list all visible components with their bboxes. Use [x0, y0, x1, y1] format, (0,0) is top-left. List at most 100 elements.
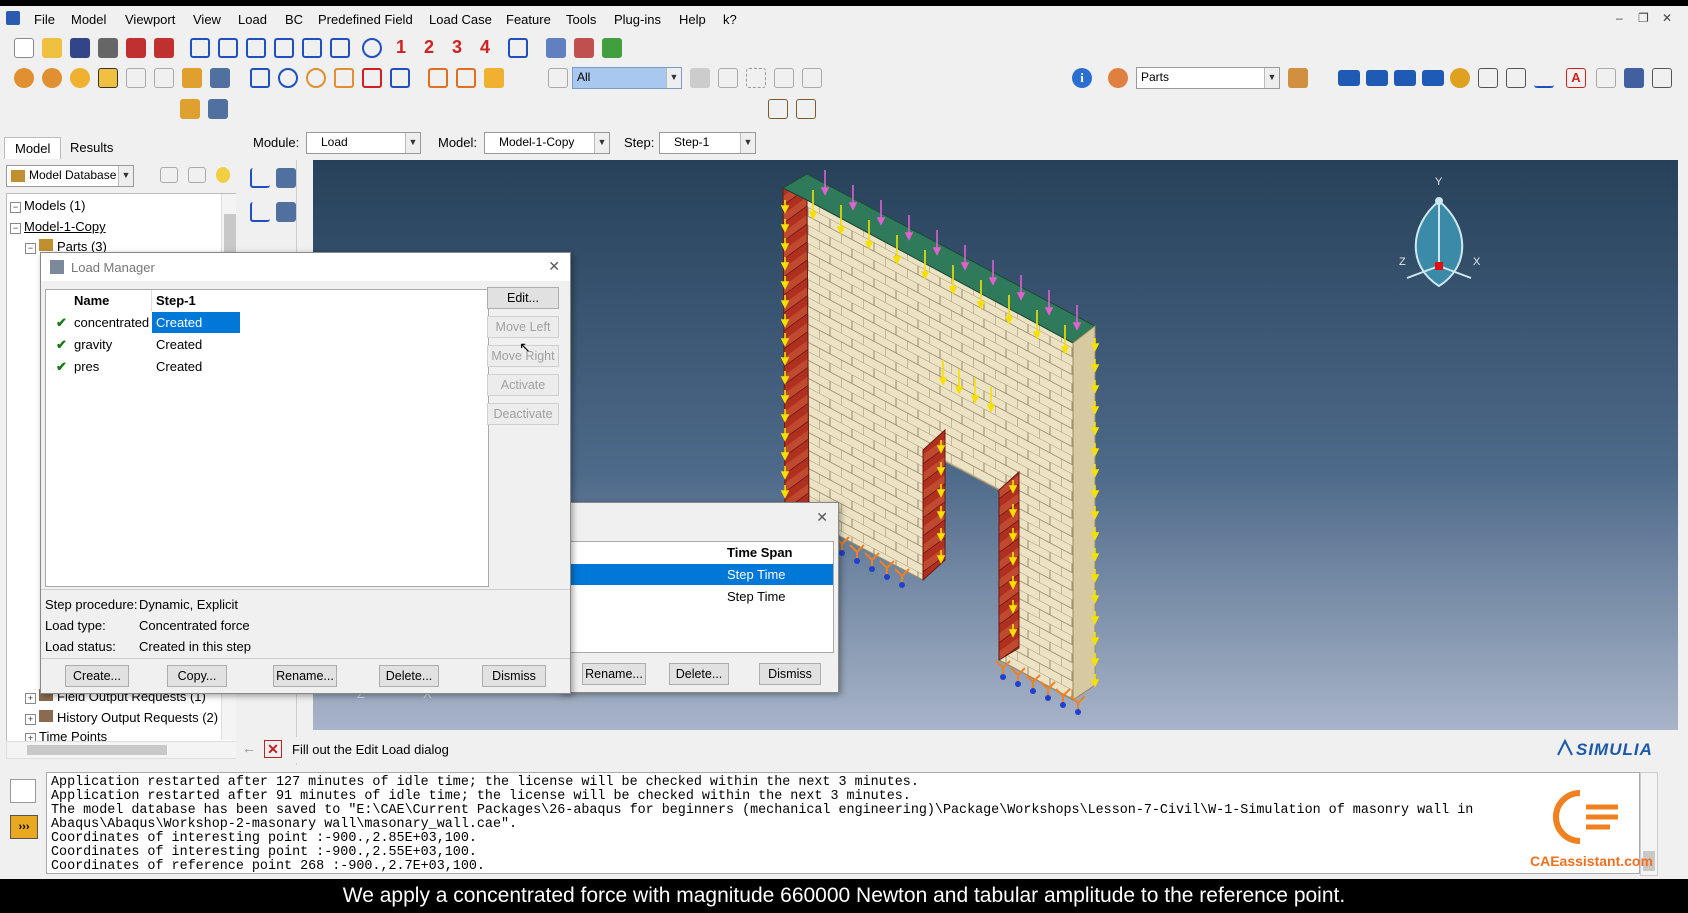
step-select[interactable]: Step-1 ▼	[659, 132, 756, 154]
tree-item-model-1-copy[interactable]: − Model-1-Copy	[10, 219, 106, 234]
save-icon[interactable]	[70, 38, 90, 58]
view-right-icon[interactable]	[330, 38, 350, 58]
close-icon[interactable]: ✕	[548, 258, 560, 275]
select-entity-icon[interactable]	[718, 68, 738, 88]
cycle-view-icon[interactable]	[390, 68, 410, 88]
render-selector[interactable]: Parts ▼	[1136, 67, 1280, 89]
amplitude-dismiss-button[interactable]: Dismiss	[759, 663, 821, 685]
load-name-cell[interactable]: concentrated	[70, 312, 152, 333]
scroll-thumb[interactable]	[27, 745, 167, 755]
load-status-cell[interactable]: Created	[152, 334, 240, 355]
annotation-icon[interactable]	[1506, 68, 1526, 88]
scroll-thumb[interactable]	[224, 214, 236, 254]
back-arrow-icon[interactable]: ←	[242, 740, 260, 758]
camera-icon[interactable]	[1450, 68, 1470, 88]
list-icon[interactable]	[1652, 68, 1672, 88]
move-left-button[interactable]: Move Left	[487, 316, 559, 338]
menu-help[interactable]: Help	[679, 12, 706, 27]
zoom-icon[interactable]	[306, 68, 326, 88]
view-top-icon[interactable]	[246, 38, 266, 58]
export-icon[interactable]	[154, 38, 174, 58]
menu-view[interactable]: View	[193, 12, 221, 27]
view-back-icon[interactable]	[218, 38, 238, 58]
tree-item-time-points[interactable]: + Time Points	[25, 729, 107, 741]
select-region-icon[interactable]	[774, 68, 794, 88]
part-display-icon[interactable]	[1288, 68, 1308, 88]
tree-item-history-output[interactable]: + History Output Requests (2)	[25, 710, 218, 725]
checkmark-icon[interactable]: ✔	[52, 334, 70, 355]
view-left-icon[interactable]	[302, 38, 322, 58]
filter-icon[interactable]	[188, 167, 206, 183]
lightbulb-icon[interactable]	[216, 167, 230, 183]
amplitude-rename-button[interactable]: Rename...	[582, 663, 646, 685]
create-load-icon[interactable]	[250, 168, 270, 188]
new-file-icon[interactable]	[14, 38, 34, 58]
table-icon[interactable]	[210, 68, 230, 88]
viewport-layout-4-icon[interactable]	[1422, 70, 1444, 86]
select-toggle-icon[interactable]	[690, 68, 710, 88]
view-front-icon[interactable]	[190, 38, 210, 58]
edit-button[interactable]: Edit...	[487, 287, 559, 309]
load-status-cell[interactable]: Created	[152, 356, 240, 377]
solid-cube-icon[interactable]	[484, 68, 504, 88]
viewport-layout-1-icon[interactable]	[1338, 70, 1360, 86]
model-tree-tool-icon[interactable]	[180, 99, 200, 119]
model-select[interactable]: Model-1-Copy ▼	[484, 132, 610, 154]
context-help-icon[interactable]: k?	[723, 12, 737, 27]
load-name-cell[interactable]: pres	[70, 356, 152, 377]
app-icon[interactable]	[6, 11, 20, 25]
restore-icon[interactable]: ❐	[1638, 11, 1649, 25]
tab-results[interactable]: Results	[60, 137, 123, 159]
tree-item-models[interactable]: − Models (1)	[10, 198, 85, 213]
cursor-tool-icon[interactable]	[1596, 68, 1616, 88]
view-3-button[interactable]: 3	[452, 37, 462, 58]
fit-view-icon[interactable]	[362, 68, 382, 88]
info-icon[interactable]: i	[1072, 68, 1092, 88]
cancel-procedure-icon[interactable]: ✕	[264, 740, 282, 758]
menu-plugins[interactable]: Plug-ins	[614, 12, 661, 27]
rename-button[interactable]: Rename...	[273, 665, 337, 687]
render-icon[interactable]	[14, 68, 34, 88]
message-area-icon[interactable]	[10, 779, 36, 803]
options-table-icon[interactable]	[1624, 68, 1644, 88]
hidden-cube-icon[interactable]	[574, 38, 594, 58]
selection-filter-select[interactable]: All ▼	[572, 67, 682, 89]
rotate-icon[interactable]	[278, 68, 298, 88]
menu-feature[interactable]: Feature	[506, 12, 551, 27]
tree-icon[interactable]	[182, 68, 202, 88]
module-select[interactable]: Load ▼	[306, 132, 421, 154]
box-zoom-icon[interactable]	[334, 68, 354, 88]
view-1-button[interactable]: 1	[396, 37, 406, 58]
tab-model[interactable]: Model	[4, 137, 62, 159]
create-button[interactable]: Create...	[65, 665, 129, 687]
hidden-line-cube-icon[interactable]	[456, 68, 476, 88]
load-status-cell-selected[interactable]: Created	[152, 312, 240, 333]
view-iso-icon[interactable]	[362, 38, 382, 58]
db-selector[interactable]: Model Database ▼	[6, 165, 134, 187]
checkmark-icon[interactable]: ✔	[52, 356, 70, 377]
select-tool-icon[interactable]	[98, 68, 118, 88]
color-palette-icon[interactable]	[1108, 68, 1128, 88]
close-icon[interactable]: ✕	[816, 509, 828, 526]
load-manager-icon[interactable]	[276, 168, 296, 188]
import-icon[interactable]	[126, 38, 146, 58]
mesh-cube-icon[interactable]	[546, 38, 566, 58]
viewport-layout-3-icon[interactable]	[1394, 70, 1416, 86]
bc-manager-icon[interactable]	[276, 202, 296, 222]
load-name-cell[interactable]: gravity	[70, 334, 152, 355]
wire-cube-icon[interactable]	[428, 68, 448, 88]
sphere-icon[interactable]	[70, 68, 90, 88]
manager-tool-icon[interactable]	[208, 99, 228, 119]
load-manager-titlebar[interactable]: Load Manager ✕	[41, 253, 570, 281]
shaded-cube-icon[interactable]	[602, 38, 622, 58]
menu-predefined-field[interactable]: Predefined Field	[318, 12, 413, 27]
dismiss-button[interactable]: Dismiss	[482, 665, 546, 687]
drag-select-icon[interactable]	[746, 68, 766, 88]
tree-horizontal-scrollbar[interactable]	[6, 741, 240, 759]
python-command-icon[interactable]: ›››	[10, 815, 38, 839]
view-bottom-icon[interactable]	[274, 38, 294, 58]
sort-arrows-icon[interactable]	[140, 167, 154, 185]
copy-button[interactable]: Copy...	[167, 665, 227, 687]
text-tool-icon[interactable]: A	[1566, 68, 1586, 88]
triad-icon[interactable]	[508, 38, 528, 58]
